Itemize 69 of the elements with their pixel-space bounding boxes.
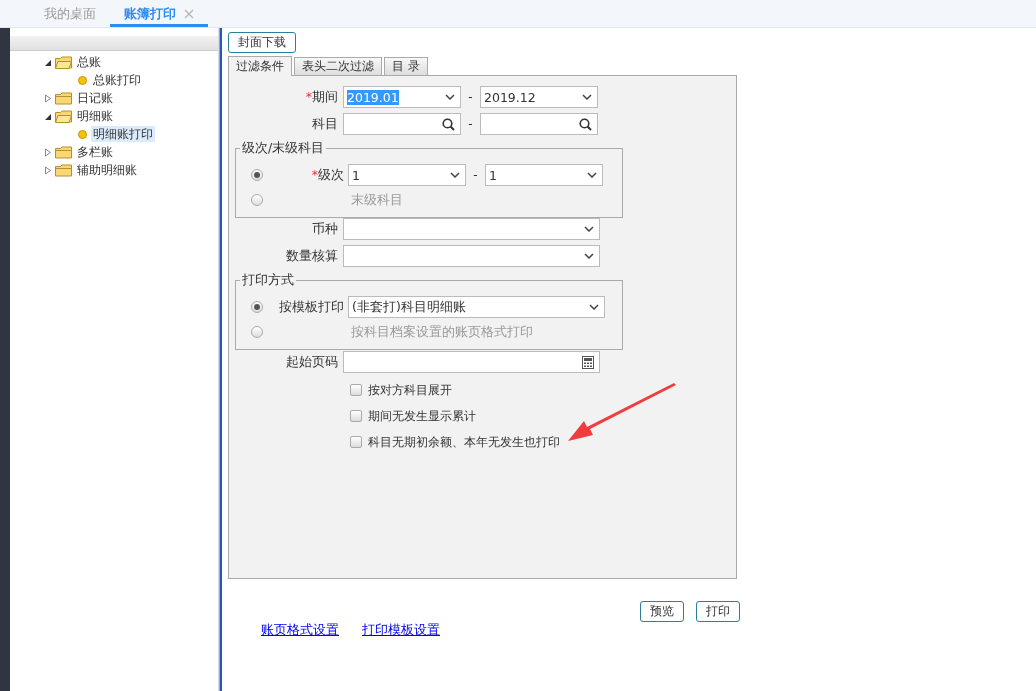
action-button[interactable]: 预览	[640, 601, 684, 622]
chevron-down-icon	[450, 172, 460, 178]
chevron-down-icon	[589, 304, 599, 310]
group-title: 打印方式	[241, 272, 295, 289]
tree-item[interactable]: 多栏账	[75, 144, 115, 160]
folder-icon	[55, 109, 72, 123]
tree-item[interactable]: 明细账	[75, 108, 115, 124]
radio-button[interactable]	[251, 194, 263, 206]
expand-triangle-icon[interactable]	[44, 147, 52, 157]
field-label: 数量核算	[285, 247, 339, 265]
folder-icon	[55, 163, 72, 177]
field-label: 币种	[311, 220, 339, 238]
option-label: 末级科目	[350, 191, 404, 209]
input-field[interactable]	[343, 245, 600, 267]
radio-button[interactable]	[251, 301, 263, 313]
search-icon	[579, 117, 592, 131]
input-field[interactable]	[343, 113, 461, 135]
field-label: 科目	[311, 115, 339, 133]
field-label: 起始页码	[285, 353, 339, 371]
download-cover-button[interactable]: 封面下载	[228, 32, 296, 53]
tab[interactable]: 目 录	[384, 57, 428, 75]
tree-item[interactable]: 总账	[75, 54, 103, 70]
dot-icon	[78, 129, 87, 139]
chevron-down-icon	[587, 172, 597, 178]
range-separator: -	[467, 117, 474, 131]
tree-item[interactable]: 总账打印	[91, 72, 143, 88]
group-title: 级次/末级科目	[241, 140, 326, 157]
chevron-down-icon	[584, 226, 594, 232]
action-button[interactable]: 打印	[696, 601, 740, 622]
input-field[interactable]: (非套打)科目明细账	[348, 296, 605, 318]
input-field[interactable]: 1	[485, 164, 603, 186]
folder-icon	[55, 55, 72, 69]
settings-link[interactable]: 账页格式设置	[261, 622, 339, 639]
folder-icon	[55, 91, 72, 105]
option-label: 按科目档案设置的账页格式打印	[350, 323, 534, 341]
tree-item[interactable]: 辅助明细账	[75, 162, 139, 178]
checkbox[interactable]	[350, 410, 362, 422]
field-label: 按模板打印	[278, 298, 345, 316]
expand-triangle-icon[interactable]	[44, 165, 52, 175]
field-label: *级次	[310, 166, 345, 184]
field-label: *期间	[304, 88, 339, 106]
chevron-down-icon	[584, 253, 594, 259]
expand-triangle-icon[interactable]	[44, 93, 52, 103]
search-icon	[442, 117, 455, 131]
dot-icon	[78, 75, 87, 85]
tree-item[interactable]: 日记账	[75, 90, 115, 106]
calculator-icon	[582, 355, 594, 369]
range-separator: -	[472, 168, 479, 182]
folder-icon	[55, 145, 72, 159]
settings-link[interactable]: 打印模板设置	[362, 622, 440, 639]
input-field[interactable]: 2019.12	[480, 86, 598, 108]
checkbox-label: 科目无期初余额、本年无发生也打印	[368, 433, 560, 451]
chevron-down-icon	[445, 94, 455, 100]
checkbox-label: 按对方科目展开	[368, 381, 452, 399]
tab[interactable]: 过滤条件	[228, 56, 292, 76]
input-field[interactable]	[480, 113, 598, 135]
close-icon[interactable]	[184, 8, 194, 19]
radio-button[interactable]	[251, 169, 263, 181]
checkbox[interactable]	[350, 384, 362, 396]
tree-item[interactable]: 明细账打印	[91, 126, 155, 142]
checkbox-label: 期间无发生显示累计	[368, 407, 476, 425]
input-field[interactable]: 1	[348, 164, 466, 186]
input-field[interactable]	[343, 218, 600, 240]
radio-button[interactable]	[251, 326, 263, 338]
range-separator: -	[467, 90, 474, 104]
input-field[interactable]	[343, 351, 600, 373]
checkbox[interactable]	[350, 436, 362, 448]
chevron-down-icon	[582, 94, 592, 100]
tab[interactable]: 表头二次过滤	[294, 57, 382, 75]
